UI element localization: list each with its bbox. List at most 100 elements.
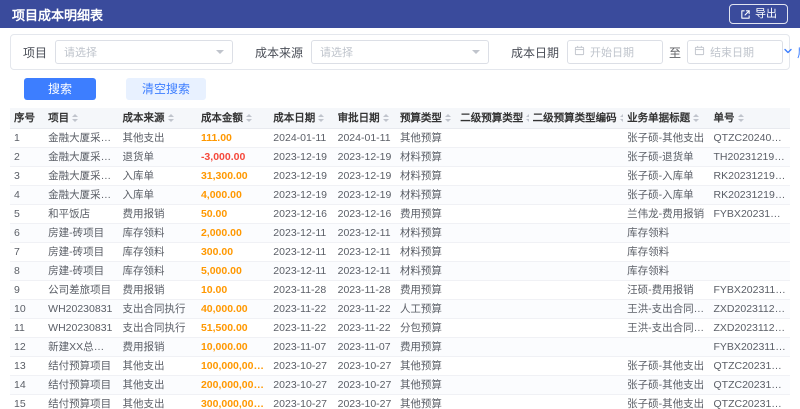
table-cell: 2024-01-11 [333,128,396,148]
table-cell: QTZC20231027002 [709,394,790,409]
sort-icon[interactable] [382,111,389,125]
table-cell: 入库单 [118,166,197,186]
table-cell: 50.00 [196,204,270,224]
sort-icon[interactable] [318,111,325,125]
table-cell: 2023-12-19 [269,185,334,205]
table-cell [456,204,529,224]
table-cell [456,375,529,395]
table-row[interactable]: 7 房建-砖项目 库存领料 300.00 2023-12-11 2023-12-11 材料预… [10,242,790,262]
table-cell: 3 [10,166,45,186]
table-cell: 9 [10,280,45,300]
table-row[interactable]: 10 WH20230831 支出合同执行 40,000.00 2023-11-22 202… [10,299,790,319]
table-row[interactable]: 3金融大厦采购项目入库单31,300.002023-12-192023-12-1… [10,166,790,186]
project-select-placeholder: 请选择 [64,47,98,59]
table-row[interactable]: 12新建XX总部大厦工程二期费用报销10,000.002023-11-07202… [10,337,790,357]
column-header[interactable]: 二级预算类型编码 [528,108,624,129]
table-row[interactable]: 9 公司差旅项目 费用报销 10.00 2023-11-28 2023-11-28 费用预算… [10,280,790,300]
table-cell [456,337,529,357]
table-cell: 2023-12-19 [269,147,334,167]
table-cell: 5 [10,204,45,224]
search-button[interactable]: 搜索 [24,78,97,100]
table-cell: QTZC20231027002 [709,375,790,395]
table-cell: 2023-12-11 [333,223,396,243]
sort-icon[interactable] [167,111,174,125]
table-cell: 2023-11-28 [333,280,396,300]
column-header[interactable]: 二级预算类型 [456,108,529,129]
column-header[interactable]: 成本日期 [269,108,334,129]
table-cell: ZXD20231122001 [709,318,790,338]
table-cell [456,394,529,409]
sort-icon[interactable] [526,111,529,125]
table-cell: 人工预算 [395,299,457,319]
table-cell: 40,000.00 [196,299,270,319]
table-row[interactable]: 14 结付预算项目 其他支出 200,000,000.00 2023-10-27 2023… [10,375,790,395]
table-cell: FYBX20231216001 [709,204,790,224]
cost-source-select[interactable]: 请选择 [311,40,490,64]
table-cell: 8 [10,261,45,281]
column-header[interactable]: 成本金额 [196,108,270,129]
start-date-input[interactable]: 开始日期 [567,40,664,64]
table-cell: 退货单 [118,147,197,167]
table-cell: 2023-11-22 [269,318,334,338]
expand-filter-toggle[interactable]: 展开筛选 [783,44,800,61]
table-cell [528,394,624,409]
table-cell: 汪硕-费用报销 [623,280,710,300]
table-cell: 300.00 [196,242,270,262]
sort-icon[interactable] [693,111,700,125]
table-cell: 费用报销 [118,280,197,300]
sort-icon[interactable] [619,111,624,125]
table-cell: 材料预算 [395,147,457,167]
sort-icon[interactable] [737,111,744,125]
table-cell [528,128,624,148]
table-row[interactable]: 2金融大厦采购项目退货单-3,000.002023-12-192023-12-1… [10,147,790,167]
table-cell: 库存领料 [118,261,197,281]
table-cell: 12 [10,337,45,357]
column-header[interactable]: 业务单据标题 [623,108,710,129]
table-cell: 兰伟龙-费用报销 [623,204,710,224]
table-row[interactable]: 1金融大厦采购项目其他支出111.002024-01-112024-01-11其… [10,128,790,148]
table-cell: 111.00 [196,128,270,148]
sort-icon[interactable] [72,111,79,125]
table-cell: 材料预算 [395,242,457,262]
table-cell: 4,000.00 [196,185,270,205]
sort-icon[interactable] [245,111,252,125]
table-cell: 库存领料 [118,242,197,262]
table-cell: 200,000,000.00 [196,375,270,395]
table-cell: WH20230831 [44,299,119,319]
project-select[interactable]: 请选择 [55,40,234,64]
table-row[interactable]: 6 房建-砖项目 库存领料 2,000.00 2023-12-11 2023-12-11 材… [10,223,790,243]
cost-source-filter-label: 成本来源 [255,45,304,60]
column-header[interactable]: 项目 [44,108,119,129]
table-cell: 2023-12-11 [269,223,334,243]
table-row[interactable]: 5 和平饭店 费用报销 50.00 2023-12-16 2023-12-16 费用预算 兰伟… [10,204,790,224]
table-cell: 15 [10,394,45,409]
table-cell: 结付预算项目 [44,394,119,409]
table-cell: 2023-10-27 [333,394,396,409]
table-row[interactable]: 11 WH20230831 支出合同执行 51,500.00 2023-11-22 202… [10,318,790,338]
clear-search-button[interactable]: 清空搜索 [126,78,207,100]
table-cell: 房建-砖项目 [44,242,119,262]
end-date-input[interactable]: 结束日期 [687,40,784,64]
table-row[interactable]: 15 结付预算项目 其他支出 300,000,000.00 2023-10-27 2023… [10,394,790,409]
export-button[interactable]: 导出 [729,4,788,24]
table-row[interactable]: 4金融大厦采购项目入库单4,000.002023-12-192023-12-19… [10,185,790,205]
end-date-placeholder: 结束日期 [710,47,755,59]
table-cell: 31,300.00 [196,166,270,186]
table-cell: 其他预算 [395,375,457,395]
column-header[interactable]: 审批日期 [333,108,396,129]
sort-icon[interactable] [444,111,451,125]
table-cell: -3,000.00 [196,147,270,167]
table-cell: 2023-12-19 [333,185,396,205]
table-cell: QTZC20231027002 [709,356,790,376]
column-header[interactable]: 单号 [709,108,790,129]
table-cell: 11 [10,318,45,338]
column-header[interactable]: 预算类型 [395,108,457,129]
table-row[interactable]: 8 房建-砖项目 库存领料 5,000.00 2023-12-11 2023-12-11 材… [10,261,790,281]
project-filter: 项目 请选择 [23,40,234,64]
table-cell: 2023-12-16 [269,204,334,224]
table-cell: 6 [10,223,45,243]
table-row[interactable]: 13 结付预算项目 其他支出 100,000,000.00 2023-10-27 2023… [10,356,790,376]
table-cell: 库存领料 [623,223,710,243]
start-date-placeholder: 开始日期 [590,47,635,59]
column-header[interactable]: 成本来源 [118,108,197,129]
